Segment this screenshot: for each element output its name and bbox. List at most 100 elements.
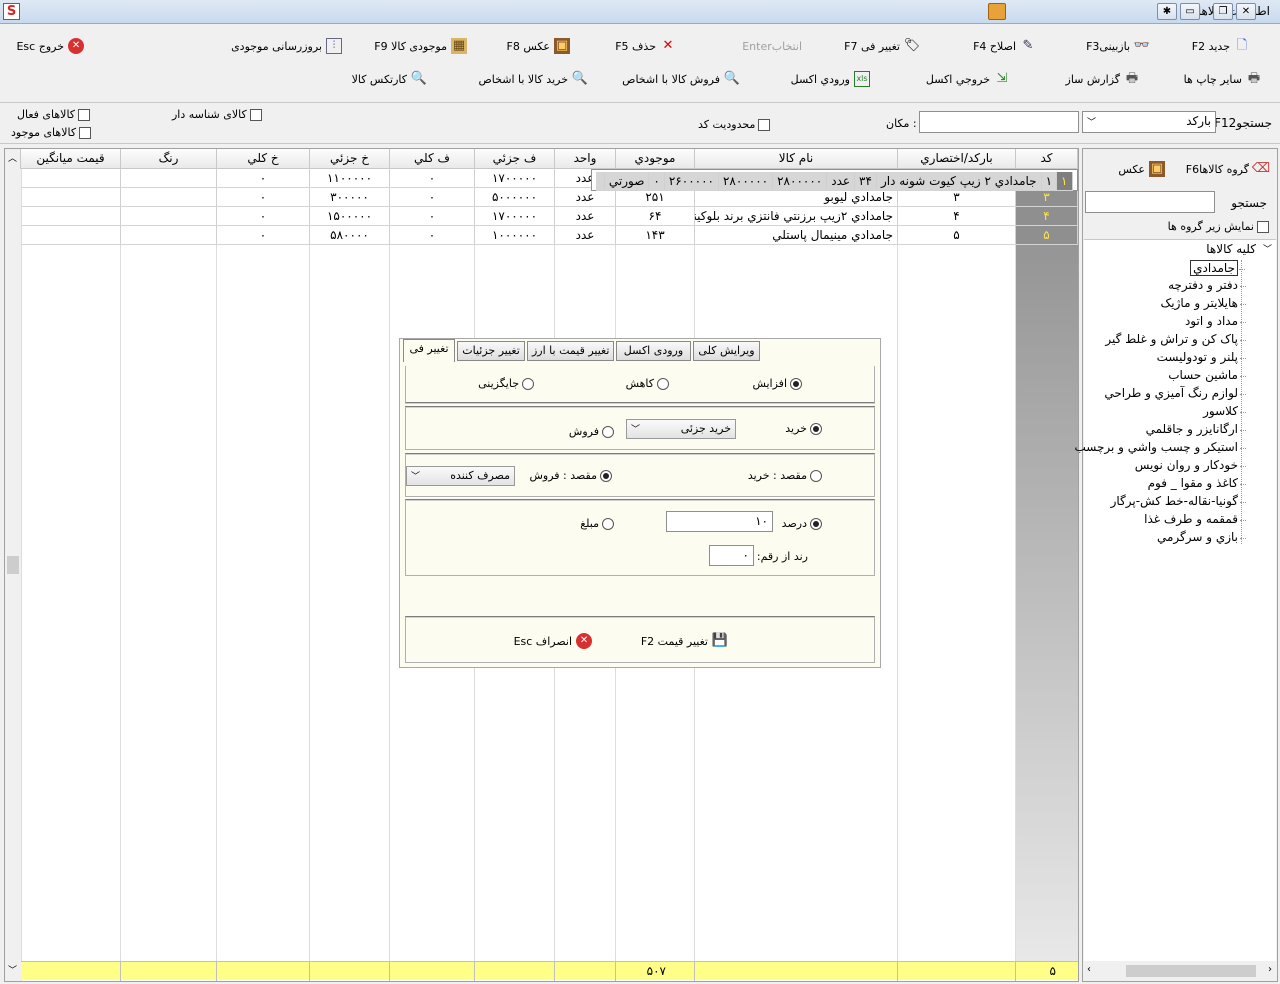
restore-button[interactable]: ❐	[1213, 3, 1233, 20]
column-header[interactable]: قيمت ميانگين	[20, 149, 121, 169]
update-stock-button[interactable]: ⫶ بروزرسانی موجودی	[231, 36, 342, 56]
tree-item[interactable]: کاغذ و مقوا _ فوم	[1148, 476, 1246, 490]
vertical-scrollbar[interactable]: ︿ ﹀	[5, 149, 22, 981]
column-header[interactable]: ف كلي	[389, 149, 475, 169]
decrease-radio[interactable]: کاهش	[626, 377, 669, 390]
percent-radio[interactable]: درصد	[782, 517, 822, 530]
location-input[interactable]	[919, 111, 1079, 133]
stock-button[interactable]: ▦ موجودی کالا F9	[374, 36, 467, 56]
tree-collapse-icon[interactable]: ﹀	[1263, 242, 1272, 255]
tree-item[interactable]: پاک کن و تراش و غلط گير	[1105, 332, 1246, 346]
table-cell: ۵	[897, 225, 1016, 245]
report-builder-button[interactable]: 🖶 گزارش ساز	[1066, 69, 1140, 89]
table-row[interactable]: ۵ ۵ جامدادي مينيمال پاستلي ۱۴۳ عدد ۱۰۰۰۰۰۰ ۰ ۵۸…	[20, 225, 1078, 245]
percent-input[interactable]: ۱۰	[666, 511, 773, 532]
close-window-button[interactable]: ✕	[1236, 3, 1256, 20]
tab-details[interactable]: تغییر جزئیات	[457, 341, 525, 361]
column-header[interactable]: خ جزئي	[309, 149, 390, 169]
price-change-button[interactable]: 🏷 تغییر فی F7	[844, 36, 920, 56]
tree-item[interactable]: ماشين حساب	[1168, 368, 1246, 382]
column-header[interactable]: نام كالا	[694, 149, 898, 169]
scroll-thumb[interactable]	[7, 556, 19, 574]
sales-by-person-button[interactable]: 🔍 فروش کالا با اشخاص	[622, 69, 740, 89]
table-row[interactable]: ۴ ۴ جامدادي ۲زيپ برزنتي فانتزي برند بلوكين…	[20, 206, 1078, 226]
replace-radio[interactable]: جایگزینی	[478, 377, 534, 390]
table-row[interactable]: ۱ ۱ جامدادي ۲ زيپ كيوت شونه دار ۳۴ عدد ۲۸۰۰۰۰…	[590, 168, 1078, 191]
excel-import-button[interactable]: xls ورودي اكسل	[791, 69, 870, 89]
increase-radio[interactable]: افزایش	[752, 377, 802, 390]
tab-excel-import[interactable]: ورودی اکسل	[616, 341, 691, 361]
tree-item[interactable]: استيکر و چسب واشي و برچسب	[1075, 440, 1246, 454]
tree-item[interactable]: مداد و اتود	[1185, 314, 1246, 328]
location-label: مکان :	[886, 117, 917, 130]
cancel-button[interactable]: ✕ انصراف Esc	[514, 631, 592, 651]
limited-code-checkbox[interactable]: محدودیت کد	[698, 118, 771, 131]
search-field-select[interactable]: بارکد ﹀	[1082, 111, 1216, 133]
tab-bulk-edit[interactable]: ویرایش کلی	[693, 341, 760, 361]
new-document-icon: 🗋	[1236, 38, 1248, 53]
apply-price-change-button[interactable]: 💾 تغییر قیمت F2	[641, 631, 728, 651]
review-button[interactable]: 👓 بازبینیF3	[1086, 36, 1150, 56]
total-stock: ۵۰۷	[646, 964, 666, 978]
goods-groups-button[interactable]: ⌫ گروه کالاهاF6	[1186, 159, 1270, 179]
tree-item[interactable]: ارگانايزر و جاقلمي	[1146, 422, 1246, 436]
photo-icon: ▣	[554, 38, 570, 54]
panel-search-label: جستجو	[1231, 196, 1267, 210]
tree-item[interactable]: دفتر و دفترچه	[1168, 278, 1246, 292]
tree-item[interactable]: کلاسور	[1203, 404, 1246, 418]
table-cell: ۰	[216, 168, 310, 188]
serial-goods-checkbox[interactable]: کالای شناسه دار	[172, 108, 262, 121]
tab-price-change[interactable]: تغییر فی	[403, 339, 455, 362]
tree-item[interactable]: هايلايتر و ماژيک	[1161, 296, 1246, 310]
minimize-button[interactable]: ▭	[1180, 3, 1200, 20]
column-header[interactable]: بارکد/اختصاري	[897, 149, 1016, 169]
purchase-radio[interactable]: خرید	[785, 422, 822, 435]
purchase-type-select[interactable]: خرید جزئی ﹀	[626, 419, 736, 439]
help-button[interactable]: ✱	[1157, 3, 1177, 20]
available-goods-checkbox[interactable]: کالاهای موجود	[11, 126, 92, 139]
delete-button[interactable]: ✕ حذف F5	[615, 36, 676, 56]
active-goods-checkbox[interactable]: کالاهای فعال	[17, 108, 91, 121]
select-button[interactable]: انتخابEnter	[742, 36, 802, 56]
column-header[interactable]: خ كلي	[216, 149, 310, 169]
tree-item[interactable]: جامدادي	[1190, 260, 1245, 276]
tree-item[interactable]: بازي و سرگرمي	[1157, 530, 1246, 544]
tree-item[interactable]: قمقمه و طرف غذا	[1144, 512, 1246, 526]
tree-root[interactable]: کلیه کالاها	[1206, 242, 1256, 256]
scroll-up-icon: ︿	[8, 154, 18, 164]
column-header[interactable]: موجودي	[615, 149, 695, 169]
column-header[interactable]: ف جزئي	[474, 149, 555, 169]
dest-sale-radio[interactable]: مقصد : فروش	[529, 469, 612, 482]
panel-photo-button[interactable]: ▣ عکس	[1118, 159, 1165, 179]
filter-bar: F12جستجو بارکد ﹀ مکان : محدودیت کد کالای …	[0, 104, 1280, 144]
edit-button[interactable]: ✎ اصلاح F4	[973, 36, 1036, 56]
groups-tree: ﹀ کلیه کالاها جامدادي دفتر و دفترچه هايلاي…	[1075, 239, 1276, 961]
purchase-by-person-button[interactable]: 🔍 خرید کالا با اشخاص	[479, 69, 589, 89]
photo-button[interactable]: ▣ عکس F8	[507, 36, 570, 56]
tree-item[interactable]: پلنر و تودوليست	[1157, 350, 1246, 364]
tab-currency-price[interactable]: تغییر قیمت با ارز	[527, 341, 614, 361]
exit-button[interactable]: ✕ خروج Esc	[16, 36, 84, 56]
excel-export-button[interactable]: ⇲ خروجي اكسل	[926, 69, 1010, 89]
column-header[interactable]: رنگ	[120, 149, 217, 169]
horizontal-scrollbar[interactable]: ‹ ›	[1084, 962, 1276, 980]
hscroll-thumb[interactable]	[1126, 965, 1256, 977]
column-header[interactable]: کد	[1015, 149, 1078, 169]
cardex-button[interactable]: 🔍 کارتکس کالا	[352, 69, 428, 89]
tree-item[interactable]: گونيا-نقاله-خط کش-پرگار	[1111, 494, 1246, 508]
panel-search-input[interactable]	[1085, 191, 1215, 213]
tree-item[interactable]: لوازم رنگ آميزي و طراحي	[1104, 386, 1246, 400]
other-print-button[interactable]: 🖶 سایر چاپ ها	[1184, 69, 1262, 89]
tree-item[interactable]: خودکار و روان نويس	[1135, 458, 1246, 472]
new-button[interactable]: 🗋 جدید F2	[1192, 36, 1250, 56]
dest-purchase-radio[interactable]: مقصد : خرید	[748, 469, 822, 482]
table-cell: ۲۸۰۰۰۰۰	[772, 171, 828, 191]
show-subgroups-checkbox[interactable]: نمایش زیر گروه ها	[1168, 220, 1269, 233]
customer-type-select[interactable]: مصرف کننده ﹀	[406, 466, 515, 486]
round-input[interactable]: ۰	[709, 545, 754, 566]
edit-icon: ✎	[1022, 38, 1034, 53]
column-header[interactable]: واحد	[554, 149, 616, 169]
table-cell: ۱	[1056, 171, 1073, 191]
amount-radio[interactable]: مبلغ	[580, 517, 614, 530]
sale-radio[interactable]: فروش	[569, 425, 614, 438]
